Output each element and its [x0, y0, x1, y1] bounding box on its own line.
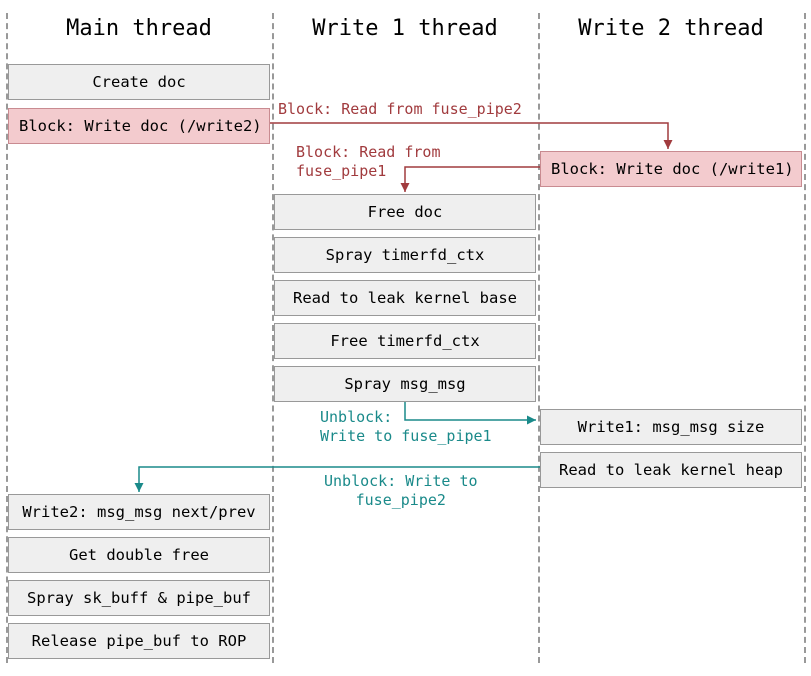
diagram-canvas: Main thread Write 1 thread Write 2 threa… [0, 0, 811, 676]
lane-divider [538, 13, 540, 663]
step-create-doc: Create doc [8, 64, 270, 100]
label-block-read-pipe1: Block: Read from fuse_pipe1 [296, 143, 441, 181]
step-block-write2: Block: Write doc (/write2) [8, 108, 270, 144]
label-text-line: Unblock: [320, 408, 392, 426]
step-write1-msg-size: Write1: msg_msg size [540, 409, 802, 445]
step-block-write1: Block: Write doc (/write1) [540, 151, 802, 187]
lane-line [804, 13, 806, 663]
step-read-kernel-heap: Read to leak kernel heap [540, 452, 802, 488]
step-read-kernel-base: Read to leak kernel base [274, 280, 536, 316]
column-header-main: Main thread [6, 16, 272, 41]
label-block-read-pipe2: Block: Read from fuse_pipe2 [278, 100, 522, 119]
step-double-free: Get double free [8, 537, 270, 573]
step-free-timerfd: Free timerfd_ctx [274, 323, 536, 359]
label-unblock-pipe1: Unblock: Write to fuse_pipe1 [320, 408, 492, 446]
step-release-pipebuf-rop: Release pipe_buf to ROP [8, 623, 270, 659]
step-spray-timerfd: Spray timerfd_ctx [274, 237, 536, 273]
column-header-write1: Write 1 thread [272, 16, 538, 41]
label-text-line: fuse_pipe1 [296, 162, 386, 180]
label-unblock-pipe2: Unblock: Write to fuse_pipe2 [324, 472, 478, 510]
step-write2-msg-nextprev: Write2: msg_msg next/prev [8, 494, 270, 530]
step-spray-skbuf-pipebuf: Spray sk_buff & pipe_buf [8, 580, 270, 616]
label-text-line: Unblock: Write to [324, 472, 478, 490]
label-text-line: Block: Read from [296, 143, 441, 161]
label-text-line: Write to fuse_pipe1 [320, 427, 492, 445]
column-header-write2: Write 2 thread [538, 16, 804, 41]
label-text-line: fuse_pipe2 [356, 491, 446, 509]
step-free-doc: Free doc [274, 194, 536, 230]
step-spray-msgmsg: Spray msg_msg [274, 366, 536, 402]
